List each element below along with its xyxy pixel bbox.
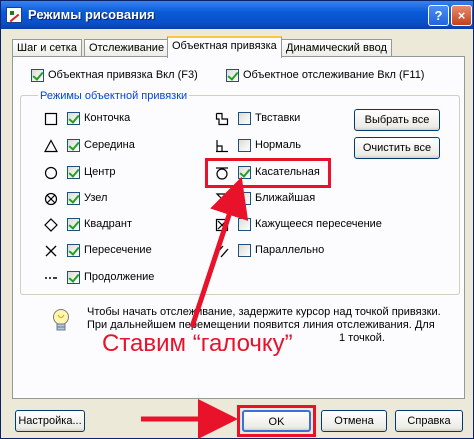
insertion-checkbox[interactable] bbox=[238, 112, 251, 125]
endpoint-checkbox[interactable] bbox=[67, 112, 80, 125]
nearest-checkbox[interactable] bbox=[238, 192, 251, 205]
node-icon bbox=[44, 192, 58, 206]
insertion-label: Твставки bbox=[255, 112, 301, 124]
perpendicular-icon bbox=[215, 139, 229, 153]
select-all-button[interactable]: Выбрать все bbox=[354, 109, 440, 131]
quadrant-label: Квадрант bbox=[84, 218, 133, 230]
help-button[interactable]: Справка bbox=[395, 410, 463, 432]
clear-all-button[interactable]: Очистить все bbox=[354, 137, 440, 159]
tab-dynamic-input[interactable]: Динамический ввод bbox=[281, 39, 392, 57]
tab-snap-and-grid[interactable]: Шаг и сетка bbox=[12, 39, 82, 57]
ok-highlight-box bbox=[237, 405, 316, 437]
tab-polar-tracking[interactable]: Отслеживание bbox=[84, 39, 170, 57]
apparent-intersection-icon bbox=[215, 218, 229, 232]
snap-modes-group-label: Режимы объектной привязки bbox=[38, 90, 190, 102]
tab-object-snap[interactable]: Объектная привязка bbox=[167, 36, 282, 58]
apparent-intersection-checkbox[interactable] bbox=[238, 218, 251, 231]
intersection-icon bbox=[44, 244, 58, 258]
perpendicular-label: Нормаль bbox=[255, 139, 302, 151]
drafting-settings-dialog: Режимы рисования ? × Шаг и сетка Отслежи… bbox=[0, 0, 474, 439]
insertion-icon bbox=[215, 112, 229, 126]
node-checkbox[interactable] bbox=[67, 192, 80, 205]
midpoint-icon bbox=[44, 139, 58, 153]
node-label: Узел bbox=[84, 192, 108, 204]
help-title-button[interactable]: ? bbox=[428, 5, 449, 26]
tangent-highlight-box bbox=[205, 158, 331, 188]
quadrant-checkbox[interactable] bbox=[67, 218, 80, 231]
extension-checkbox[interactable] bbox=[67, 271, 80, 284]
parallel-icon bbox=[215, 244, 229, 258]
midpoint-checkbox[interactable] bbox=[67, 139, 80, 152]
lightbulb-icon bbox=[51, 308, 71, 334]
info-line: Чтобы начать отслеживание, задержите кур… bbox=[87, 306, 441, 318]
otrack-on-label: Объектное отслеживание Вкл (F11) bbox=[243, 69, 425, 81]
apparent-intersection-label: Кажущееся пересечение bbox=[255, 218, 382, 230]
title-bar[interactable]: Режимы рисования ? × bbox=[1, 1, 473, 29]
center-icon bbox=[44, 166, 58, 180]
osnap-on-label: Объектная привязка Вкл (F3) bbox=[48, 69, 198, 81]
endpoint-label: Конточка bbox=[84, 112, 131, 124]
close-button[interactable]: × bbox=[451, 5, 472, 26]
intersection-checkbox[interactable] bbox=[67, 244, 80, 257]
options-button[interactable]: Настройка... bbox=[15, 410, 85, 432]
center-label: Центр bbox=[84, 166, 116, 178]
nearest-label: Ближайшая bbox=[255, 192, 316, 204]
center-checkbox[interactable] bbox=[67, 166, 80, 179]
parallel-checkbox[interactable] bbox=[238, 244, 251, 257]
endpoint-icon bbox=[44, 112, 58, 126]
extension-icon bbox=[44, 271, 58, 285]
parallel-label: Параллельно bbox=[255, 244, 325, 256]
quadrant-icon bbox=[44, 218, 58, 232]
app-icon bbox=[6, 7, 22, 23]
osnap-on-checkbox[interactable] bbox=[31, 69, 44, 82]
window-title: Режимы рисования bbox=[28, 7, 155, 22]
intersection-label: Пересечение bbox=[84, 244, 152, 256]
nearest-icon bbox=[215, 192, 229, 206]
cancel-button[interactable]: Отмена bbox=[321, 410, 387, 432]
annotation-text: Ставим “галочку” bbox=[98, 330, 297, 358]
perpendicular-checkbox[interactable] bbox=[238, 139, 251, 152]
otrack-on-checkbox[interactable] bbox=[226, 69, 239, 82]
midpoint-label: Середина bbox=[84, 139, 135, 151]
extension-label: Продолжение bbox=[84, 271, 155, 283]
